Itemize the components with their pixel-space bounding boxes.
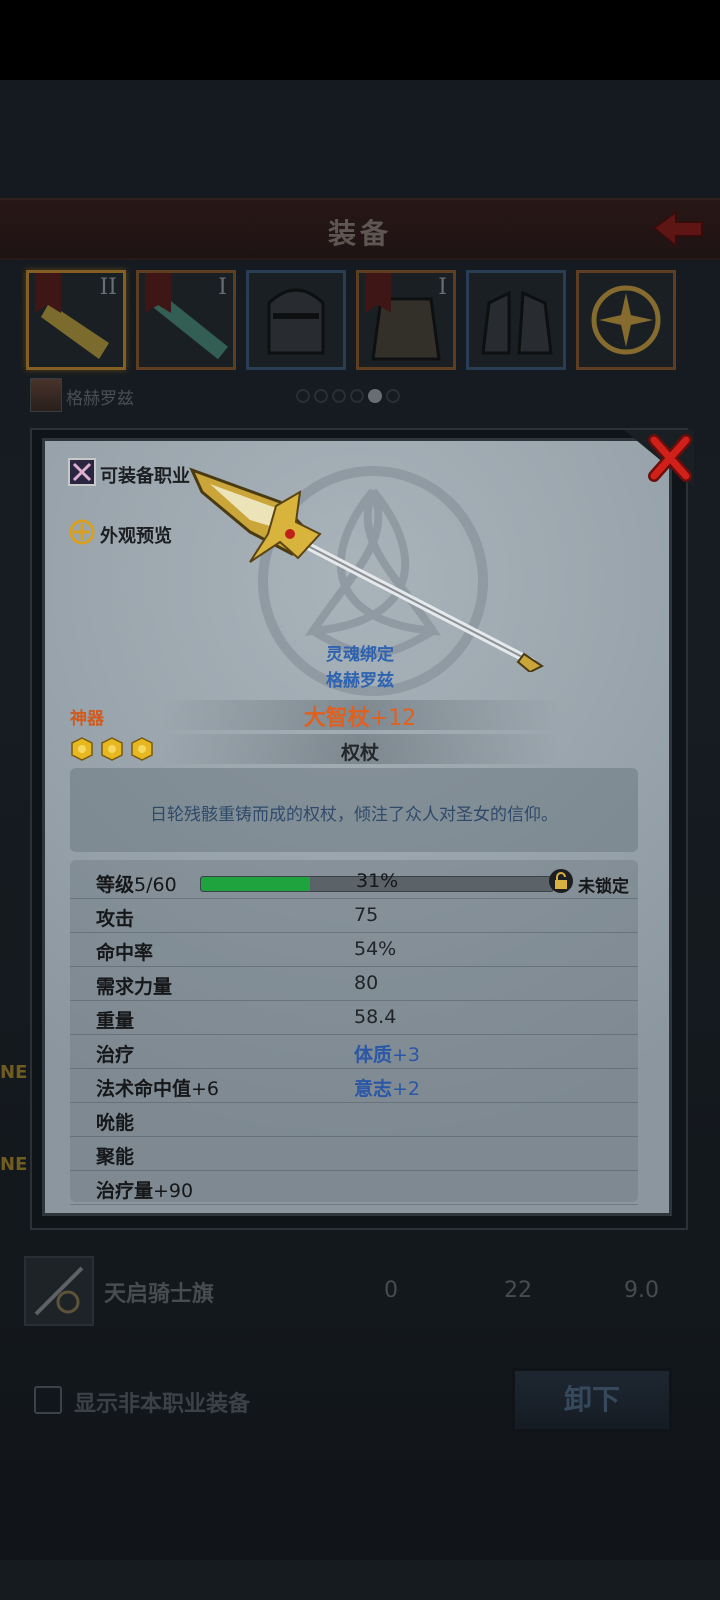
stat-name: 法术命中值+6 — [96, 1074, 219, 1101]
level-text: 等级5/60 — [96, 870, 177, 897]
close-icon[interactable] — [624, 430, 694, 488]
stat-value-text: 54% — [354, 938, 397, 960]
stat-name-text: 攻击 — [96, 908, 135, 930]
stat-value: 54% — [354, 938, 396, 960]
stat-name: 需求力量 — [96, 972, 172, 999]
stat-name-text: 吮能 — [96, 1112, 135, 1134]
equippable-classes-label: 可装备职业 — [100, 466, 190, 487]
level-row: 等级5/60 31% 未锁定 — [70, 864, 638, 899]
stat-name: 聚能 — [96, 1142, 134, 1169]
stat-name-text: 治疗 — [96, 1044, 135, 1066]
stat-row: 重量 58.4 — [70, 1000, 638, 1035]
stat-row: 攻击 75 — [70, 898, 638, 933]
stat-name-text: 重量 — [96, 1010, 135, 1032]
item-type: 权杖 — [340, 742, 379, 764]
item-title-name: 大智杖 — [303, 706, 370, 731]
stat-name-bonus: +6 — [191, 1078, 220, 1100]
level-progress-fill — [201, 877, 311, 891]
stat-name-text: 需求力量 — [96, 976, 173, 998]
stat-value-bonus: +3 — [392, 1044, 421, 1066]
preview-icon — [69, 519, 95, 545]
stat-value-bonus: +2 — [392, 1078, 421, 1100]
stat-row: 治疗量+90 — [70, 1170, 638, 1205]
stat-name: 治疗 — [96, 1040, 134, 1067]
appearance-preview-label: 外观预览 — [100, 526, 172, 547]
stat-row: 吮能 — [70, 1102, 638, 1137]
stat-value: 体质+3 — [354, 1040, 420, 1067]
level-percent: 31% — [356, 870, 399, 892]
stat-row: 聚能 — [70, 1136, 638, 1171]
stat-row: 需求力量 80 — [70, 966, 638, 1001]
owner-name: 格赫罗兹 — [326, 671, 394, 691]
status-bar — [0, 0, 720, 80]
stat-name-text: 法术命中值 — [96, 1078, 192, 1100]
stat-name: 重量 — [96, 1006, 134, 1033]
stat-row: 治疗 体质+3 — [70, 1034, 638, 1069]
stat-name: 治疗量+90 — [96, 1176, 193, 1203]
description-box: 日轮残骸重铸而成的权杖，倾注了众人对圣女的信仰。 — [70, 768, 638, 852]
soulbound-label: 灵魂绑定 — [326, 645, 394, 665]
lock-icon[interactable] — [548, 868, 574, 894]
stats-panel: 等级5/60 31% 未锁定 攻击 75 命中率 54% 需求力量 80 重量 58.4 治疗 体… — [70, 860, 638, 1205]
stat-value: 58.4 — [354, 1006, 396, 1028]
stat-value-text: 体质 — [354, 1044, 393, 1066]
stat-value: 75 — [354, 904, 378, 926]
stat-name: 吮能 — [96, 1108, 134, 1135]
stat-name-text: 命中率 — [96, 942, 154, 964]
stat-name-text: 治疗量 — [96, 1180, 154, 1202]
stat-row: 命中率 54% — [70, 932, 638, 967]
level-label: 等级 — [96, 874, 135, 896]
stat-name-bonus: +90 — [153, 1180, 194, 1202]
lock-status: 未锁定 — [578, 877, 629, 897]
stat-name: 攻击 — [96, 904, 134, 931]
level-value: 5/60 — [134, 874, 177, 896]
stat-value: 80 — [354, 972, 378, 994]
stat-name-text: 聚能 — [96, 1146, 135, 1168]
stat-row: 法术命中值+6 意志+2 — [70, 1068, 638, 1103]
stat-value-text: 80 — [354, 972, 379, 994]
stat-value-text: 意志 — [354, 1078, 393, 1100]
stat-value: 意志+2 — [354, 1074, 420, 1101]
stat-value-text: 75 — [354, 904, 379, 926]
item-title: 大智杖+12 — [0, 700, 720, 732]
stat-value-text: 58.4 — [354, 1006, 397, 1028]
stat-name: 命中率 — [96, 938, 153, 965]
crossed-weapons-icon — [68, 458, 96, 486]
item-description: 日轮残骸重铸而成的权杖，倾注了众人对圣女的信仰。 — [150, 805, 558, 825]
item-title-level: +12 — [369, 706, 417, 731]
